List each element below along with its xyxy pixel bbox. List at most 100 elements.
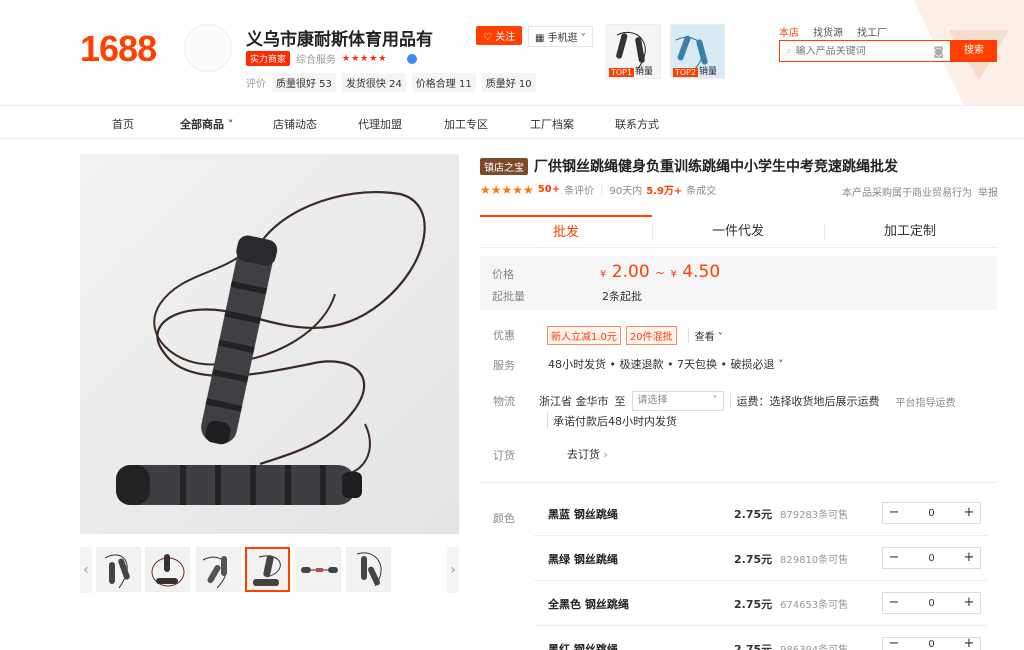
quantity-value[interactable]: 0	[905, 598, 958, 609]
destination-select[interactable]: 请选择 ˅	[631, 391, 724, 411]
main-product-image[interactable]	[80, 154, 459, 534]
shop-nav: 首页 全部商品 ˅ 店铺动态 代理加盟 加工专区 工厂档案 联系方式	[0, 107, 1024, 139]
see-more-label: 查看	[694, 332, 715, 343]
logistics-row: 浙江省 金华市 至 请选择 ˅ 运费：选择收货地后展示运费 平台指导运费	[539, 391, 956, 411]
plus-icon[interactable]: +	[958, 503, 980, 523]
top-product-1[interactable]: TOP1 销量	[606, 24, 661, 79]
sku-row: 黑蓝 钢丝跳绳 2.75元 879283条可售 − 0 +	[534, 491, 988, 536]
product-title: 厂供钢丝跳绳健身负重训练跳绳中小学生中考竞速跳绳批发	[534, 159, 898, 175]
price-low: 2.00	[611, 262, 650, 282]
thumbnail[interactable]	[96, 547, 141, 592]
jump-rope-image	[151, 554, 185, 587]
search-input[interactable]	[795, 45, 934, 57]
deal-label: 条成交	[686, 186, 717, 197]
thumbnail[interactable]	[296, 547, 341, 592]
nav-processing[interactable]: 加工专区	[444, 116, 488, 132]
site-logo[interactable]: 1688	[80, 28, 157, 70]
qrcode-icon: ▦	[535, 33, 545, 44]
sku-price: 2.75元	[734, 508, 773, 521]
rating-chip[interactable]: 质量很好 53	[272, 73, 336, 92]
search-scope-source[interactable]: 找货源	[813, 24, 843, 39]
top-rank-label: 销量	[635, 67, 654, 77]
currency-symbol: ¥	[600, 269, 607, 280]
minus-icon[interactable]: −	[883, 593, 905, 613]
mobile-browse-button[interactable]: ▦ 手机逛 ˅	[528, 26, 593, 47]
shop-avatar[interactable]	[184, 24, 232, 72]
divider	[480, 482, 997, 483]
chevron-down-icon: ˅	[580, 33, 586, 44]
plus-icon[interactable]: +	[958, 634, 980, 650]
rating-chip[interactable]: 质量好 10	[481, 73, 536, 92]
search-button[interactable]: 搜索	[951, 40, 997, 62]
coupon-badge[interactable]: 新人立减1.0元	[547, 326, 621, 345]
service-text: 48小时发货 • 极速退款 • 7天包换 • 破损必退	[548, 358, 775, 371]
thumbnail-selected[interactable]	[245, 547, 290, 592]
thumbnail[interactable]	[145, 547, 190, 592]
chevron-left-icon[interactable]: ‹	[80, 547, 92, 593]
rating-chip[interactable]: 价格合理 11	[411, 73, 476, 92]
minus-icon[interactable]: −	[883, 634, 905, 650]
thumbnail[interactable]	[196, 547, 241, 592]
service-guarantees[interactable]: 48小时发货 • 极速退款 • 7天包换 • 破损必退 ˅	[548, 356, 783, 372]
tab-dropship[interactable]: 一件代发	[652, 215, 824, 248]
search-scope-factory[interactable]: 找工厂	[857, 24, 887, 39]
shop-name[interactable]: 义乌市康耐斯体育用品有	[246, 25, 433, 50]
chevron-right-icon[interactable]: ›	[447, 547, 459, 593]
info-icon[interactable]	[407, 53, 418, 64]
heart-icon: ♡	[483, 32, 492, 43]
go-order-label: 去订货	[567, 448, 600, 461]
nav-contact[interactable]: 联系方式	[615, 116, 659, 132]
quantity-value[interactable]: 0	[905, 553, 958, 564]
quantity-value[interactable]: 0	[905, 639, 958, 650]
minus-icon[interactable]: −	[883, 503, 905, 523]
sku-row: 全黑色 钢丝跳绳 2.75元 674653条可售 − 0 +	[534, 581, 988, 626]
chevron-down-icon: ˅	[227, 118, 234, 131]
search-scope-shop[interactable]: 本店	[779, 24, 799, 39]
tab-custom[interactable]: 加工定制	[824, 215, 996, 248]
moq-value: 2条起批	[602, 290, 642, 303]
quantity-stepper: − 0 +	[882, 634, 981, 650]
minus-icon[interactable]: −	[883, 548, 905, 568]
platform-fee-link[interactable]: 平台指导运费	[896, 394, 956, 409]
plus-icon[interactable]: +	[958, 548, 980, 568]
rating-chip[interactable]: 发货很快 24	[341, 73, 406, 92]
nav-home[interactable]: 首页	[112, 116, 134, 132]
nav-all-products[interactable]: 全部商品 ˅	[180, 116, 233, 132]
quantity-value[interactable]: 0	[905, 508, 958, 519]
jump-rope-image	[80, 154, 459, 534]
moq-label: 起批量	[492, 290, 525, 303]
order-label: 订货	[493, 449, 515, 462]
nav-shop-news[interactable]: 店铺动态	[273, 116, 317, 132]
tab-wholesale[interactable]: 批发	[480, 215, 652, 248]
plus-icon[interactable]: +	[958, 593, 980, 613]
sku-stock: 674653条可售	[780, 600, 849, 611]
go-order-link[interactable]: 去订货 ›	[567, 446, 608, 462]
product-meta: ★★★★★ 50+ 条评价 | 90天内 5.9万+ 条成交	[480, 182, 717, 198]
camera-icon[interactable]: ◙	[933, 45, 944, 58]
top-rank-tag: TOP2	[673, 68, 699, 77]
currency-symbol: ¥	[670, 269, 677, 280]
top-product-2[interactable]: TOP2 销量	[670, 24, 725, 79]
report-link[interactable]: 举报	[978, 184, 998, 199]
review-count[interactable]: 50+	[538, 184, 560, 195]
follow-button[interactable]: ♡ 关注	[476, 26, 523, 45]
nav-agency[interactable]: 代理加盟	[358, 116, 402, 132]
period-label: 90天内	[609, 186, 643, 197]
overall-service-stars: ★★★★★	[342, 53, 388, 64]
see-more-coupons[interactable]: 查看 ˅	[687, 328, 723, 343]
chevron-down-icon: ˅	[712, 395, 718, 406]
shop-header: 1688 义乌市康耐斯体育用品有 实力商家 综合服务 ★★★★★ 评价 质量很好…	[0, 0, 1024, 106]
price-high: 4.50	[682, 262, 721, 282]
sku-price: 2.75元	[734, 598, 773, 611]
thumbnail[interactable]	[346, 547, 391, 592]
overall-service-label: 综合服务	[296, 55, 337, 66]
color-label: 颜色	[493, 512, 515, 525]
sku-row: 黑红 钢丝跳绳 2.75元 986394条可售 − 0 +	[534, 626, 988, 650]
top-rank-label: 销量	[699, 67, 718, 77]
mobile-browse-label: 手机逛	[547, 33, 578, 44]
chevron-right-icon: ›	[603, 448, 608, 461]
nav-factory-profile[interactable]: 工厂档案	[530, 116, 574, 132]
coupon-badge[interactable]: 20件混批	[625, 326, 677, 345]
search-icon: ⌕	[786, 45, 792, 57]
shop-treasure-badge: 镇店之宝	[480, 157, 528, 175]
